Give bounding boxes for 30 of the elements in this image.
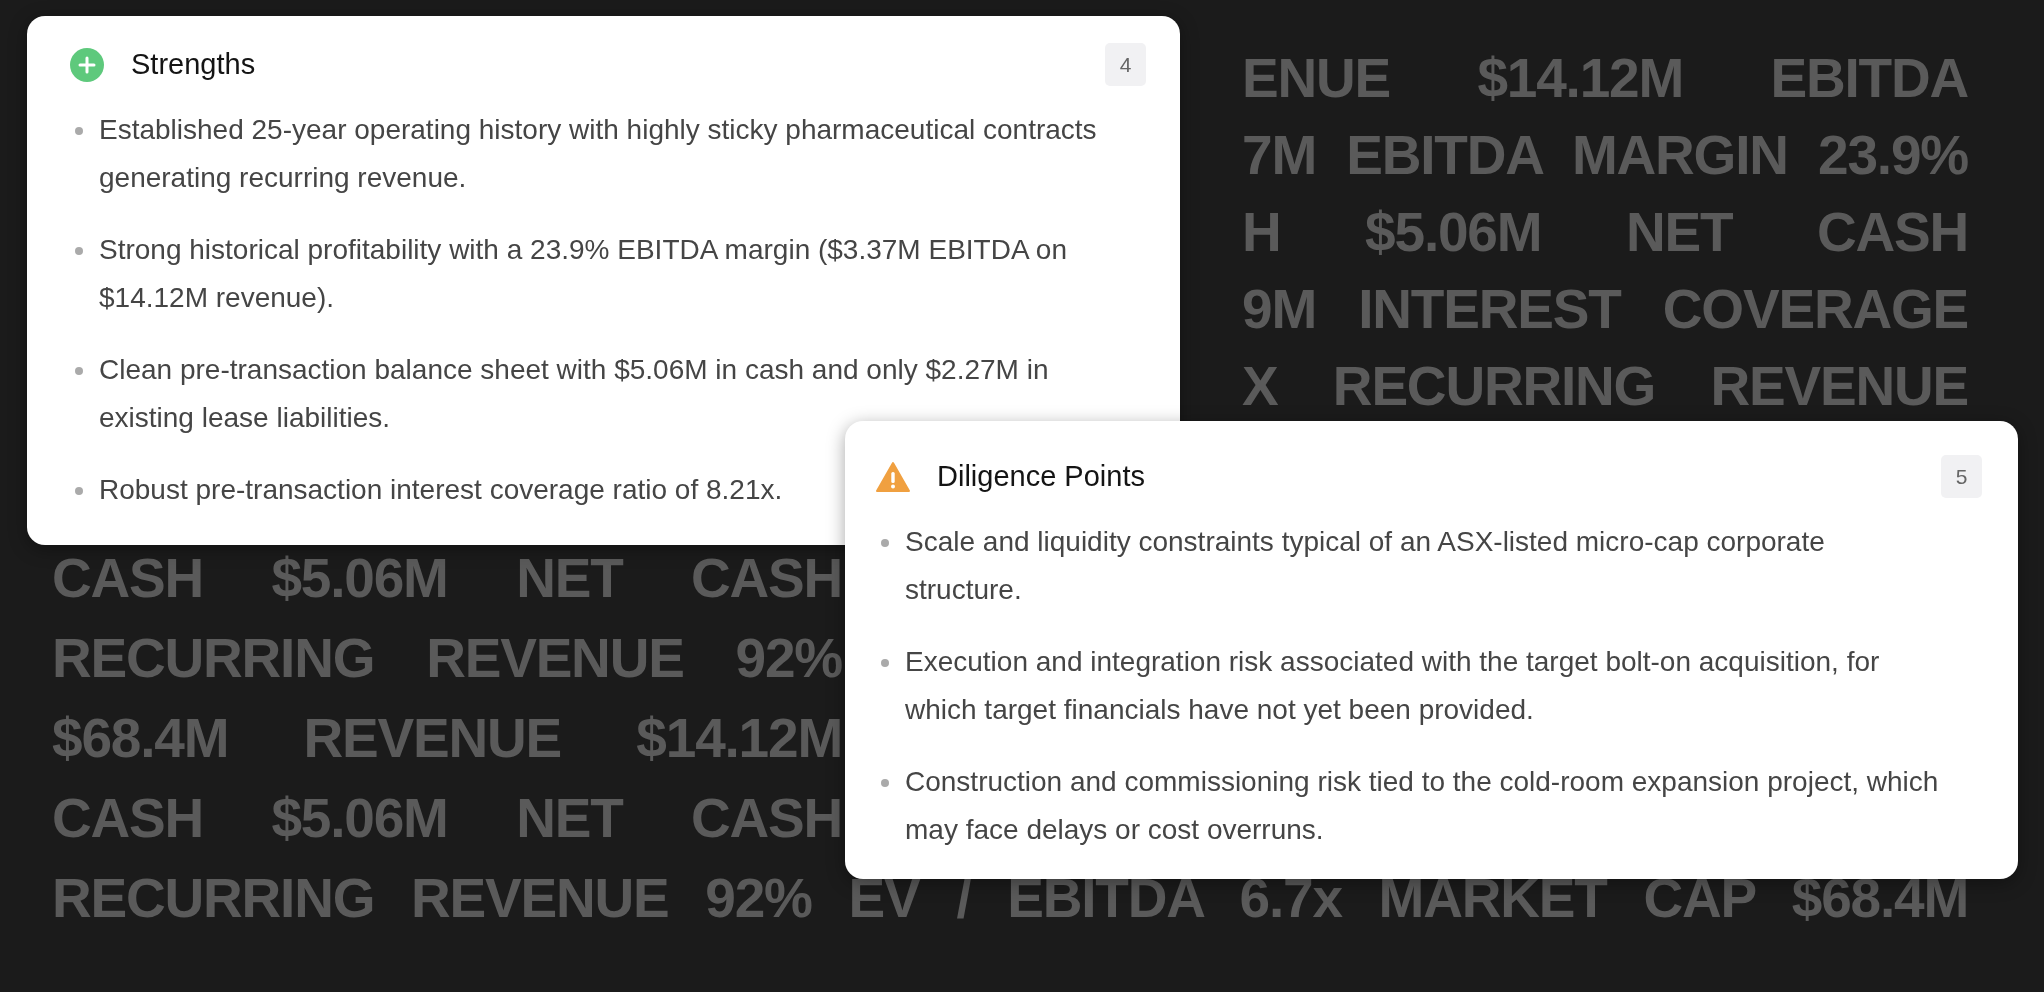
background-text: ENUE $14.12M EBITDA [1242,46,1968,111]
background-text: RECURRING REVENUE 92% [52,626,842,691]
background-text: CASH $5.06M NET CASH [52,546,842,611]
bullet-icon [75,487,83,495]
plus-icon [70,47,104,82]
bullet-icon [881,659,889,667]
count-badge: 5 [1941,455,1982,498]
background-text: CASH $5.06M NET CASH [52,786,842,851]
card-title: Diligence Points [937,460,1145,493]
list-item-text: Robust pre-transaction interest coverage ratio of 8.21x. [99,473,783,507]
count-badge: 4 [1105,43,1146,86]
card-title: Strengths [131,48,256,81]
background-text: 7M EBITDA MARGIN 23.9% [1242,123,1968,188]
bullet-icon [75,127,83,135]
bullet-icon [881,779,889,787]
background-text: RECURRING REVENUE 92% EV / EBITDA 6.7x MARKET CAP $68.4M [52,866,1968,931]
bullet-icon [75,247,83,255]
list-item-text: Execution and integration risk associated with the target bolt-on acquisition, for which target financials have not yet been provided. [905,645,1881,727]
list-item-text: Established 25-year operating history with highly sticky pharmaceutical contracts generating recurring revenue. [99,113,1098,195]
list-item-text: Clean pre-transaction balance sheet with $5.06M in cash and only $2.27M in existing lease liabilities. [99,353,1050,435]
warning-icon [876,459,910,494]
background-text: $68.4M REVENUE $14.12M [52,706,842,771]
list-item-text: Construction and commissioning risk tied to the cold-room expansion project, which may face delays or cost overruns. [905,765,1940,847]
background-text: 9M INTEREST COVERAGE [1242,277,1968,342]
bullet-icon [75,367,83,375]
bullet-icon [881,539,889,547]
list-item-text: Strong historical profitability with a 23.9% EBITDA margin ($3.37M EBITDA on $14.12M revenue). [99,233,1068,315]
list-item-text: Scale and liquidity constraints typical of an ASX-listed micro-cap corporate structure. [905,525,1826,607]
background-text: X RECURRING REVENUE [1242,354,1968,419]
background-text: H $5.06M NET CASH [1242,200,1968,265]
